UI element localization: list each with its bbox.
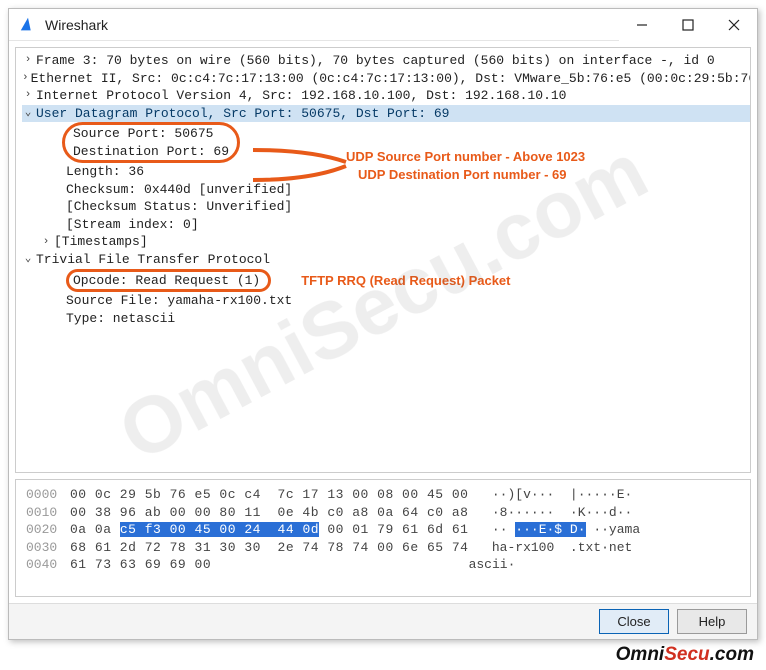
ascii-selection: ···E·$ D· <box>515 522 585 537</box>
hex-row: 003068 61 2d 72 78 31 30 30 2e 74 78 74 … <box>26 539 742 557</box>
hex-selection: c5 f3 00 45 00 24 44 0d <box>120 522 319 537</box>
tree-ip[interactable]: ›Internet Protocol Version 4, Src: 192.1… <box>22 87 750 105</box>
tree-udp-dst-port[interactable]: Destination Port: 69 <box>73 143 229 161</box>
wireshark-icon <box>19 16 37 34</box>
annotation-rrq: TFTP RRQ (Read Request) Packet <box>301 272 510 290</box>
packet-bytes-pane[interactable]: 000000 0c 29 5b 76 e5 0c c4 7c 17 13 00 … <box>15 479 751 597</box>
annotation-arrow <box>251 148 351 182</box>
help-button[interactable]: Help <box>677 609 747 634</box>
footer-logo: OmniSecu.com <box>616 644 754 666</box>
tree-tftp-source-file[interactable]: Source File: yamaha-rx100.txt <box>22 292 750 310</box>
hex-row: 004061 73 63 69 69 00 ascii· <box>26 556 742 574</box>
app-window: Wireshark UDP Source Port number - Above… <box>8 8 758 640</box>
minimize-button[interactable] <box>619 9 665 41</box>
tree-ethernet[interactable]: ›Ethernet II, Src: 0c:c4:7c:17:13:00 (0c… <box>22 70 750 88</box>
maximize-button[interactable] <box>665 9 711 41</box>
chevron-right-icon: › <box>22 53 34 68</box>
close-dialog-button[interactable]: Close <box>599 609 669 634</box>
circled-udp-ports: Source Port: 50675 Destination Port: 69 <box>62 122 240 163</box>
packet-details-pane[interactable]: UDP Source Port number - Above 1023 UDP … <box>15 47 751 473</box>
tree-tftp-opcode[interactable]: Opcode: Read Request (1) TFTP RRQ (Read … <box>22 269 750 293</box>
window-title: Wireshark <box>45 17 619 33</box>
annotation-udp-ports: UDP Source Port number - Above 1023 UDP … <box>346 148 585 183</box>
tree-tftp-type[interactable]: Type: netascii <box>22 310 750 328</box>
tree-udp[interactable]: ⌄User Datagram Protocol, Src Port: 50675… <box>22 105 750 123</box>
close-button[interactable] <box>711 9 757 41</box>
chevron-right-icon: › <box>22 88 34 103</box>
tree-tftp[interactable]: ⌄Trivial File Transfer Protocol <box>22 251 750 269</box>
tree-udp-src-port[interactable]: Source Port: 50675 <box>73 125 229 143</box>
chevron-down-icon: ⌄ <box>22 106 34 121</box>
window-controls <box>619 9 757 41</box>
chevron-right-icon: › <box>22 71 29 86</box>
tree-frame[interactable]: ›Frame 3: 70 bytes on wire (560 bits), 7… <box>22 52 750 70</box>
circled-opcode: Opcode: Read Request (1) <box>66 269 271 293</box>
dialog-button-bar: Close Help <box>9 603 757 639</box>
tree-udp-timestamps[interactable]: ›[Timestamps] <box>22 233 750 251</box>
tree-udp-stream[interactable]: [Stream index: 0] <box>22 216 750 234</box>
tree-udp-checksum[interactable]: Checksum: 0x440d [unverified] <box>22 181 750 199</box>
tree-udp-checksum-status[interactable]: [Checksum Status: Unverified] <box>22 198 750 216</box>
hex-row: 00200a 0a c5 f3 00 45 00 24 44 0d 00 01 … <box>26 521 742 539</box>
hex-row: 000000 0c 29 5b 76 e5 0c c4 7c 17 13 00 … <box>26 486 742 504</box>
hex-row: 001000 38 96 ab 00 00 80 11 0e 4b c0 a8 … <box>26 504 742 522</box>
chevron-right-icon: › <box>40 235 52 250</box>
chevron-down-icon: ⌄ <box>22 252 34 267</box>
titlebar: Wireshark <box>9 9 757 41</box>
